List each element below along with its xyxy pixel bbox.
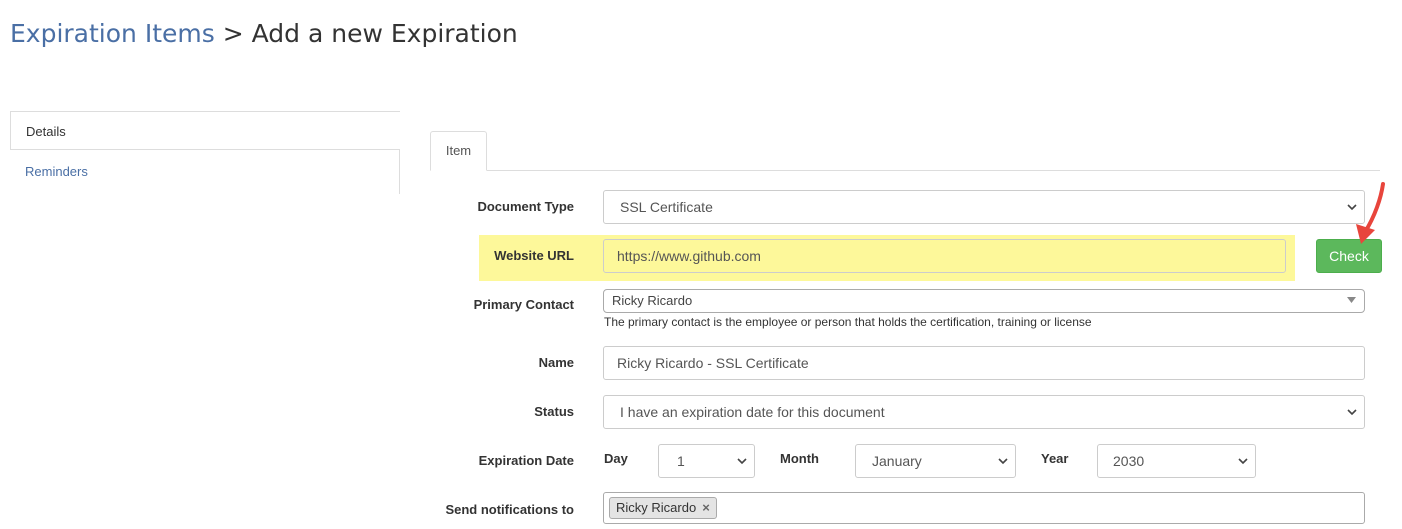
- send-notifications-multiselect[interactable]: [603, 492, 1365, 524]
- status-value: I have an expiration date for this docum…: [620, 404, 885, 420]
- chevron-down-icon: [998, 458, 1008, 465]
- chevron-down-icon: [737, 458, 747, 465]
- expiration-date-label: Expiration Date: [478, 453, 574, 468]
- status-select[interactable]: I have an expiration date for this docum…: [603, 395, 1365, 429]
- month-value: January: [872, 453, 922, 469]
- year-label: Year: [1041, 451, 1069, 466]
- website-url-label: Website URL: [494, 248, 574, 263]
- breadcrumb-parent-link[interactable]: Expiration Items: [10, 19, 215, 48]
- remove-tag-icon[interactable]: ×: [702, 500, 710, 515]
- primary-contact-label: Primary Contact: [473, 297, 574, 312]
- day-value: 1: [677, 453, 685, 469]
- month-label: Month: [780, 451, 819, 466]
- recipient-tag-label: Ricky Ricardo: [616, 500, 697, 515]
- page-title: Add a new Expiration: [251, 19, 518, 48]
- year-select[interactable]: 2030: [1097, 444, 1256, 478]
- document-type-select[interactable]: SSL Certificate: [603, 190, 1365, 224]
- name-label: Name: [538, 355, 574, 370]
- day-select[interactable]: 1: [658, 444, 755, 478]
- document-type-label: Document Type: [477, 199, 574, 214]
- sidebar-nav: Details Reminders: [10, 111, 400, 194]
- name-value: Ricky Ricardo - SSL Certificate: [617, 355, 809, 371]
- sidebar-item-details[interactable]: Details: [10, 111, 400, 150]
- website-url-value: https://www.github.com: [617, 248, 761, 264]
- primary-contact-help: The primary contact is the employee or p…: [604, 315, 1092, 329]
- document-type-value: SSL Certificate: [620, 199, 713, 215]
- sidebar-item-reminders[interactable]: Reminders: [10, 150, 400, 194]
- send-notifications-label: Send notifications to: [445, 502, 574, 517]
- chevron-down-icon: [1347, 409, 1357, 416]
- year-value: 2030: [1113, 453, 1145, 469]
- month-select[interactable]: January: [855, 444, 1016, 478]
- red-arrow-icon: [1356, 182, 1385, 244]
- primary-contact-select[interactable]: Ricky Ricardo: [603, 289, 1365, 313]
- tab-bar: Item: [430, 131, 1380, 171]
- primary-contact-value: Ricky Ricardo: [612, 293, 693, 308]
- tab-item[interactable]: Item: [430, 131, 487, 171]
- website-url-input[interactable]: https://www.github.com: [603, 239, 1286, 273]
- status-label: Status: [534, 404, 574, 419]
- chevron-down-icon: [1238, 458, 1248, 465]
- caret-down-icon: [1347, 297, 1356, 303]
- breadcrumb: Expiration Items > Add a new Expiration: [10, 18, 518, 50]
- breadcrumb-separator: >: [222, 19, 244, 48]
- day-label: Day: [604, 451, 628, 466]
- name-input[interactable]: Ricky Ricardo - SSL Certificate: [603, 346, 1365, 380]
- recipient-tag: Ricky Ricardo ×: [609, 497, 717, 519]
